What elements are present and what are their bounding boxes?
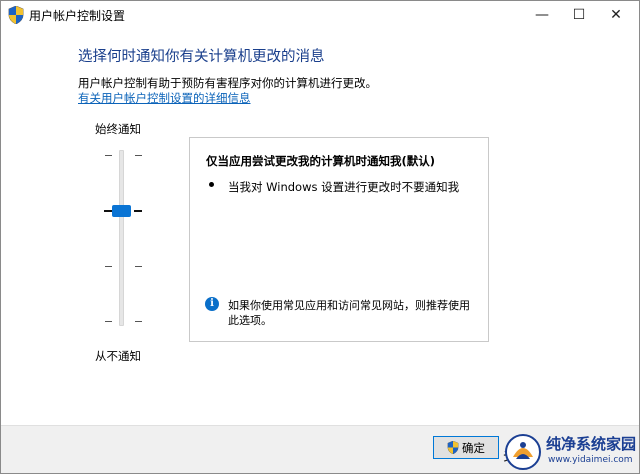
uac-shield-icon (447, 441, 459, 454)
slider-tick (134, 210, 142, 212)
slider-tick (105, 321, 112, 322)
title-bar[interactable]: 用户帐户控制设置 — ☐ ✕ (1, 1, 639, 29)
close-button[interactable]: ✕ (593, 1, 639, 29)
slider-thumb[interactable] (112, 205, 131, 217)
window-title: 用户帐户控制设置 (29, 9, 126, 23)
slider-tick (135, 266, 142, 267)
watermark-logo-icon (505, 434, 541, 470)
recommendation-text: 如果你使用常见应用和访问常见网站，则推荐使用此选项。 (228, 299, 470, 327)
uac-settings-window: 用户帐户控制设置 — ☐ ✕ 选择何时通知你有关计算机更改的消息 用户帐户控制有… (0, 0, 640, 474)
uac-description: 用户帐户控制有助于预防有害程序对你的计算机进行更改。 (78, 76, 377, 90)
watermark-text: 纯净系统家园 (546, 435, 637, 453)
info-icon: i (205, 297, 219, 311)
notification-level-slider[interactable] (101, 146, 151, 331)
ok-button[interactable]: 确定 (433, 436, 499, 459)
level-bullet-text: 当我对 Windows 设置进行更改时不要通知我 (228, 180, 460, 194)
slider-tick (135, 321, 142, 322)
slider-tick (104, 210, 112, 212)
maximize-icon: ☐ (572, 7, 586, 23)
slider-tick (135, 155, 142, 156)
level-title: 仅当应用尝试更改我的计算机时通知我(默认) (206, 154, 436, 168)
slider-tick (105, 266, 112, 267)
bullet-icon (209, 182, 214, 187)
site-watermark: 纯净系统家园 www.yidaimei.com (504, 431, 639, 473)
slider-bottom-label: 从不通知 (95, 349, 141, 363)
page-heading: 选择何时通知你有关计算机更改的消息 (78, 49, 325, 65)
level-description-panel: 仅当应用尝试更改我的计算机时通知我(默认) 当我对 Windows 设置进行更改… (189, 137, 489, 342)
details-link[interactable]: 有关用户帐户控制设置的详细信息 (78, 90, 251, 106)
uac-shield-icon (8, 6, 24, 24)
watermark-url: www.yidaimei.com (548, 455, 633, 465)
slider-track[interactable] (119, 150, 124, 326)
close-icon: ✕ (610, 7, 622, 23)
ok-button-label: 确定 (462, 440, 485, 455)
slider-tick (105, 155, 112, 156)
slider-top-label: 始终通知 (95, 122, 141, 136)
minimize-icon: — (535, 7, 549, 23)
